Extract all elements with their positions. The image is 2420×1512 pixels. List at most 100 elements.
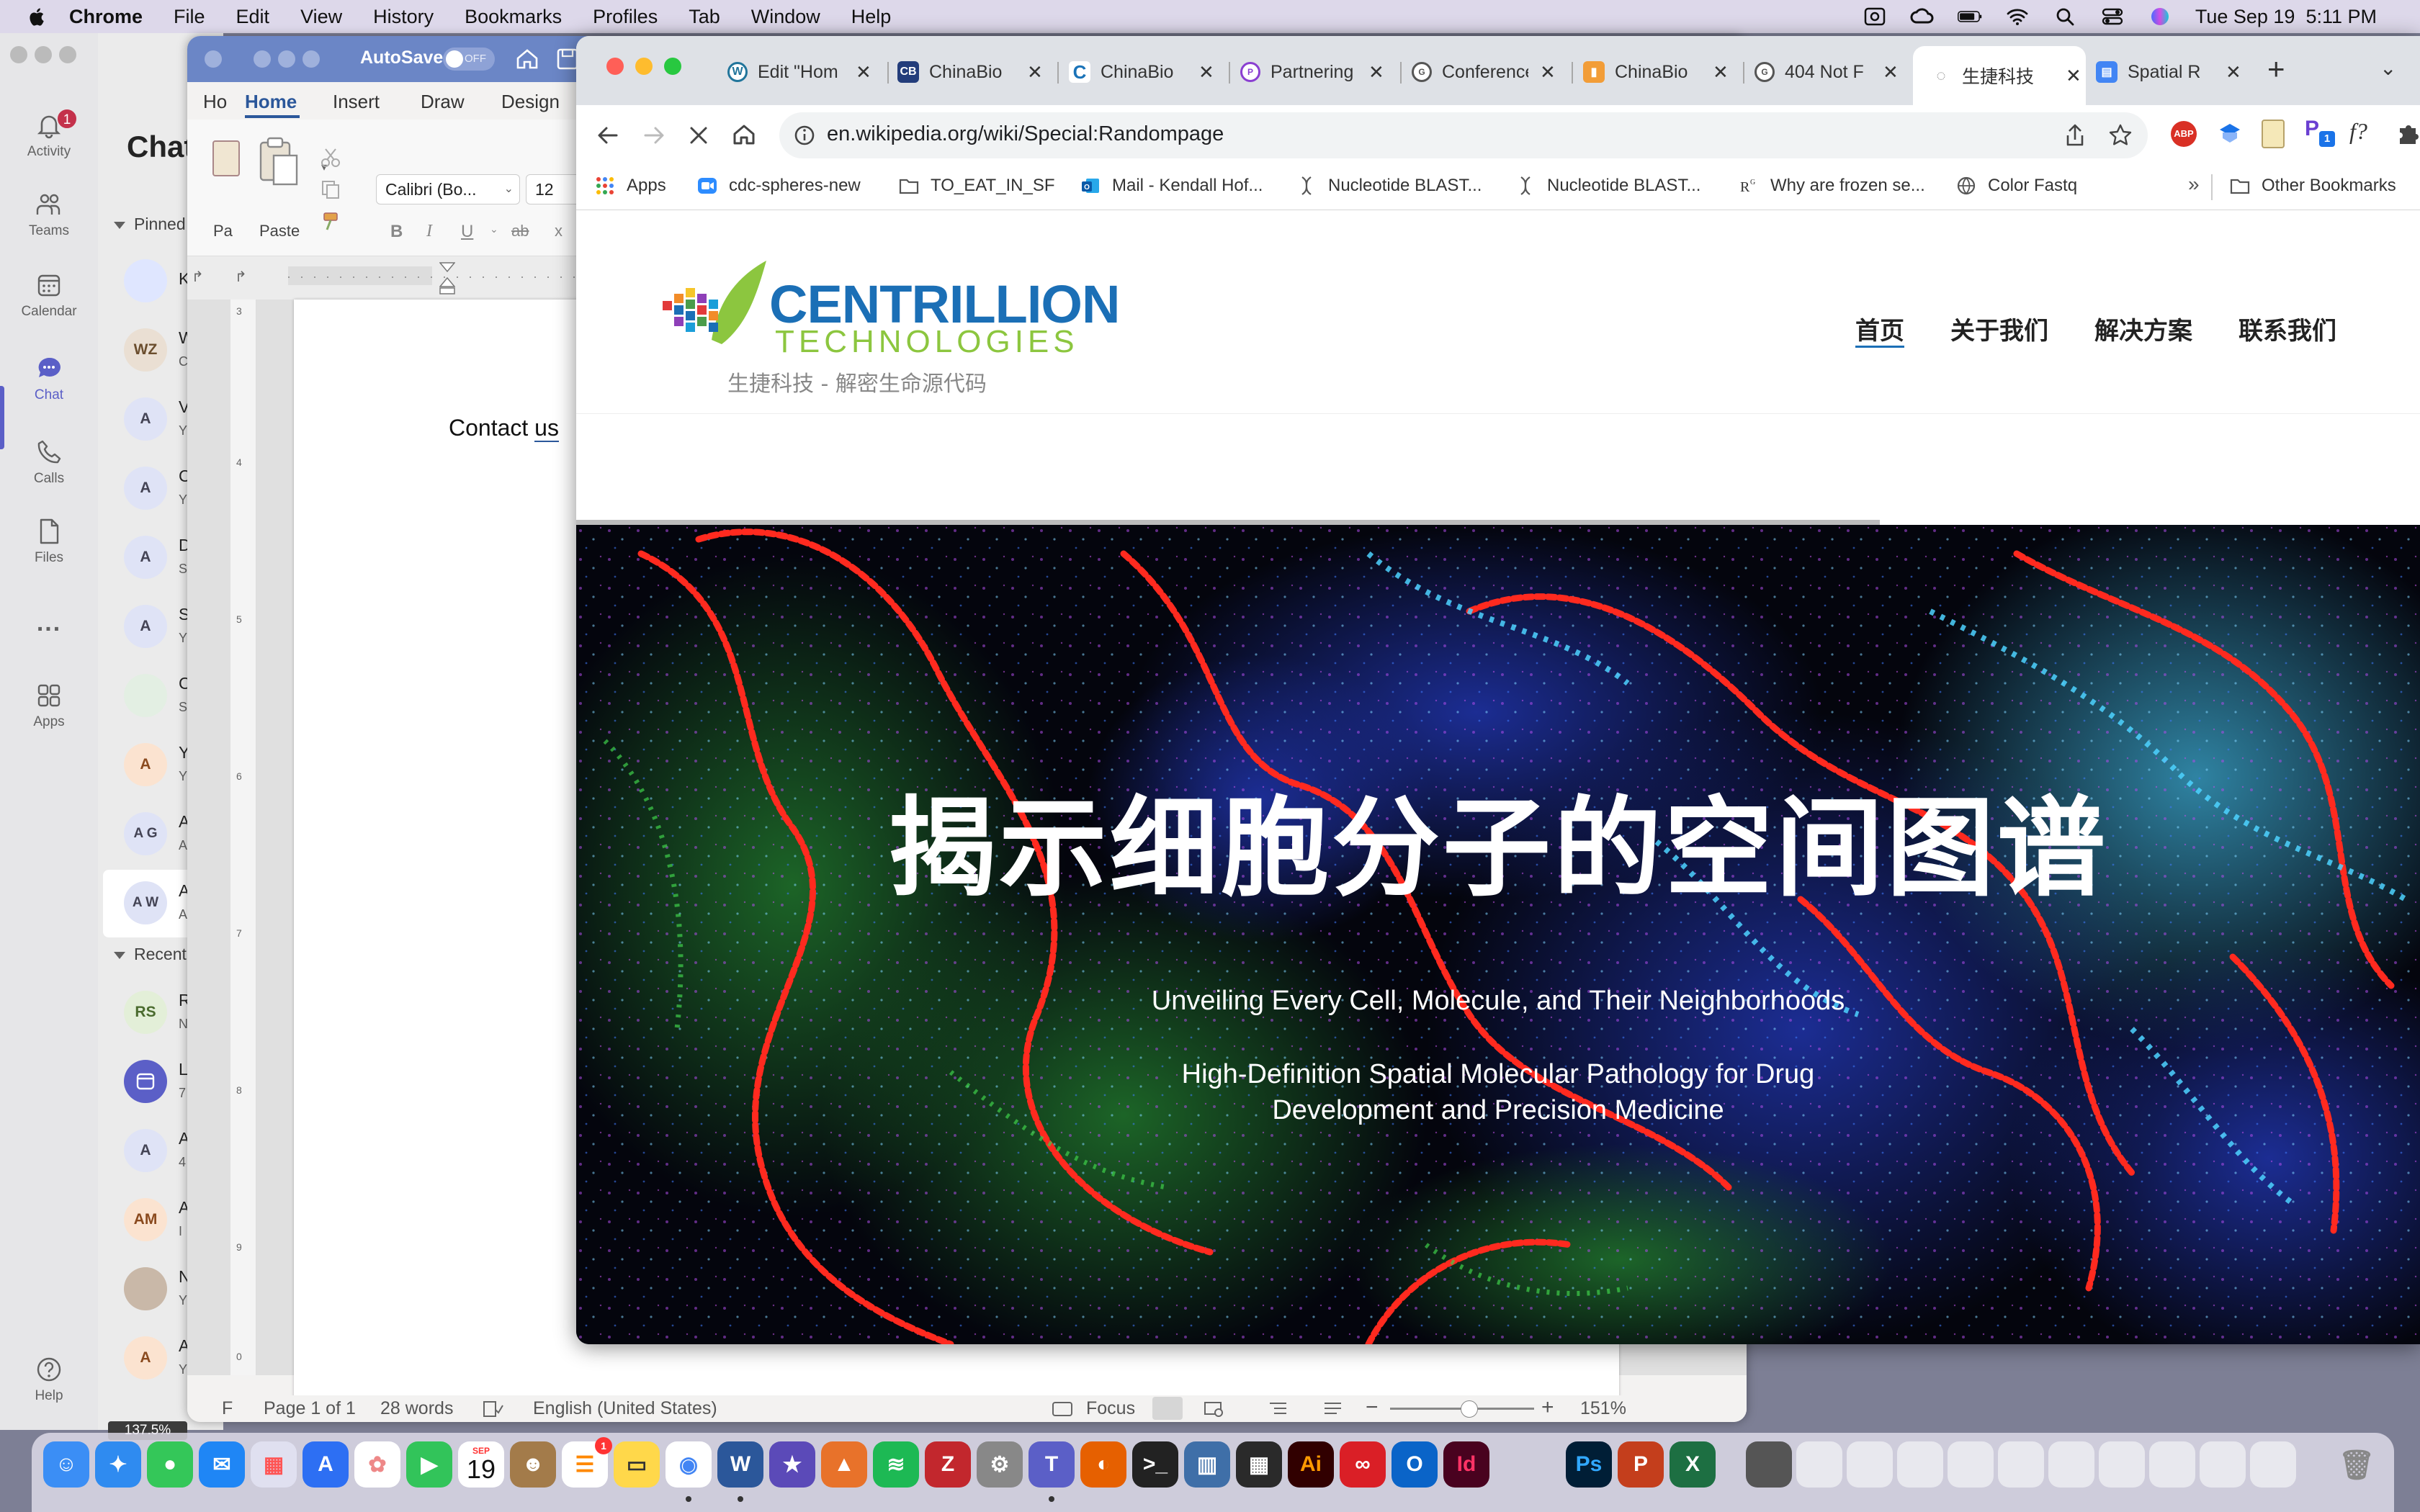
bookmark-star-icon[interactable] [2107, 122, 2133, 148]
mail-icon[interactable]: ✉ [199, 1441, 245, 1488]
menu-tab[interactable]: Tab [689, 6, 720, 28]
site-info-icon[interactable] [794, 124, 815, 147]
menu-history[interactable]: History [373, 6, 434, 28]
tab-insert[interactable]: Insert [333, 91, 380, 113]
back-icon[interactable] [595, 122, 621, 148]
teams-app-icon[interactable]: T [1028, 1441, 1075, 1488]
minimized-window-thumbnail[interactable] [1998, 1441, 2044, 1488]
p-extension-icon[interactable]: P1 [2305, 117, 2335, 148]
nav-about-us[interactable]: 关于我们 [1950, 311, 2048, 346]
rail-teams[interactable]: Teams [0, 190, 98, 239]
chrome-icon[interactable]: ◉ [666, 1441, 712, 1488]
autosave-toggle[interactable]: OFF [443, 48, 495, 71]
puzzle-extensions-icon[interactable] [2396, 121, 2420, 147]
word-count[interactable]: 28 words [380, 1398, 453, 1419]
matlab-icon[interactable]: ▲ [821, 1441, 867, 1488]
paste-button[interactable]: ▾ Paste [255, 135, 327, 240]
close-window-button[interactable] [606, 58, 624, 75]
menu-edit[interactable]: Edit [236, 6, 270, 28]
new-tab-button[interactable]: + [2267, 52, 2285, 86]
tab-search-icon[interactable]: ⌄ [2380, 56, 2396, 80]
focus-button[interactable]: Focus [1086, 1398, 1135, 1419]
subscript-button[interactable]: x [555, 222, 563, 240]
contacts-icon[interactable]: ☻ [510, 1441, 556, 1488]
menu-help[interactable]: Help [851, 6, 892, 28]
window-control[interactable] [302, 50, 320, 68]
menu-file[interactable]: File [174, 6, 205, 28]
strikethrough-button[interactable]: ab [511, 222, 529, 240]
creative-cloud-icon[interactable] [1910, 6, 1935, 27]
close-tab-icon[interactable]: ✕ [1368, 61, 1384, 84]
safari-icon[interactable]: ✦ [95, 1441, 141, 1488]
browser-tab[interactable]: C ChinaBio ✕ [1069, 50, 1222, 94]
launchpad-icon[interactable]: ▦ [251, 1441, 297, 1488]
minimize-button[interactable] [254, 50, 271, 68]
underline-button[interactable]: U [461, 222, 473, 242]
browser-tab[interactable]: G Conference ✕ [1412, 50, 1564, 94]
url-text[interactable]: en.wikipedia.org/wiki/Special:Randompage [827, 122, 1224, 146]
minimize-window-button[interactable] [635, 58, 653, 75]
menu-view[interactable]: View [300, 6, 342, 28]
recent-document-thumbnail[interactable] [1746, 1441, 1792, 1488]
browser-tab[interactable]: CB ChinaBio ✕ [897, 50, 1050, 94]
maximize-button[interactable] [278, 50, 295, 68]
rail-files[interactable]: Files [0, 517, 98, 566]
bookmark-item[interactable]: cdc-spheres-new [697, 176, 861, 196]
close-tab-icon[interactable]: ✕ [1540, 61, 1556, 84]
bookmarks-overflow-button[interactable]: » [2188, 173, 2200, 196]
zoom-in-button[interactable]: + [1541, 1395, 1554, 1420]
bookmark-item[interactable]: Nucleotide BLAST... [1296, 176, 1482, 196]
font-family-select[interactable]: Calibri (Bo... ⌄ [376, 174, 520, 204]
word-icon[interactable]: W [717, 1441, 763, 1488]
tab-home-partial[interactable]: Ho [203, 91, 227, 113]
document-text[interactable]: Contact us [449, 415, 559, 442]
cut-icon[interactable] [320, 147, 341, 168]
zotero-icon[interactable]: Z [925, 1441, 971, 1488]
terminal-icon[interactable]: >_ [1132, 1441, 1178, 1488]
browser-tab[interactable]: ▤ Spatial R ✕ [2096, 50, 2249, 94]
minimized-window-thumbnail[interactable] [2048, 1441, 2094, 1488]
menu-bookmarks[interactable]: Bookmarks [465, 6, 562, 28]
tab-stop-icon[interactable]: ↱ [235, 268, 247, 286]
spotify-icon[interactable]: ≋ [873, 1441, 919, 1488]
format-painter-icon[interactable] [320, 210, 341, 232]
messages-icon[interactable]: ● [147, 1441, 193, 1488]
powerpoint-icon[interactable]: P [1618, 1441, 1664, 1488]
address-bar[interactable]: en.wikipedia.org/wiki/Special:Randompage [779, 112, 2148, 158]
bookmark-item[interactable]: R G Why are frozen se... [1739, 176, 1925, 196]
rail-calendar[interactable]: Calendar [0, 271, 98, 320]
tab-home[interactable]: Home [245, 91, 297, 113]
close-tab-icon[interactable]: ✕ [2226, 61, 2241, 84]
close-tab-icon[interactable]: ✕ [1883, 61, 1899, 84]
close-button[interactable] [205, 50, 222, 68]
browser-tab[interactable]: G 404 Not F ✕ [1754, 50, 1907, 94]
siri-icon[interactable] [2148, 6, 2172, 27]
zoom-slider-thumb[interactable] [1461, 1400, 1478, 1418]
close-tab-icon[interactable]: ✕ [856, 61, 871, 84]
formula-extension-icon[interactable]: f? [2349, 118, 2367, 145]
menu-clock[interactable]: Tue Sep 19 5:11 PM [2195, 6, 2377, 28]
minimized-window-thumbnail[interactable] [1847, 1441, 1893, 1488]
close-tab-icon[interactable]: ✕ [1027, 61, 1043, 84]
app-icon[interactable]: ▦ [1236, 1441, 1282, 1488]
home-icon[interactable] [514, 46, 540, 72]
rail-chat[interactable]: Chat [0, 354, 98, 403]
app-store-icon[interactable]: A [302, 1441, 349, 1488]
outline-icon[interactable] [1268, 1400, 1289, 1418]
photoshop-icon[interactable]: Ps [1566, 1441, 1612, 1488]
bookmark-folder[interactable]: TO_EAT_IN_SF [899, 176, 1055, 196]
rail-activity[interactable]: Activity 1 [0, 108, 98, 160]
pinned-section-header[interactable]: Pinned [114, 215, 186, 234]
notes-icon[interactable]: ▭ [614, 1441, 660, 1488]
control-center-icon[interactable] [2100, 6, 2125, 27]
browser-tab[interactable]: W Edit "Hom ✕ [727, 50, 880, 94]
bookmark-apps[interactable]: Apps [595, 176, 666, 196]
menu-app-name[interactable]: Chrome [69, 6, 143, 28]
tab-stop-icon[interactable]: ↱ [192, 268, 204, 286]
trash-icon[interactable]: 🗑 [2334, 1441, 2380, 1488]
rail-more-button[interactable]: ... [0, 609, 98, 637]
close-tab-icon[interactable]: ✕ [1198, 61, 1214, 84]
minimized-window-thumbnail[interactable] [2200, 1441, 2246, 1488]
extension-icon[interactable] [2217, 121, 2243, 147]
web-layout-icon[interactable] [1203, 1400, 1224, 1418]
